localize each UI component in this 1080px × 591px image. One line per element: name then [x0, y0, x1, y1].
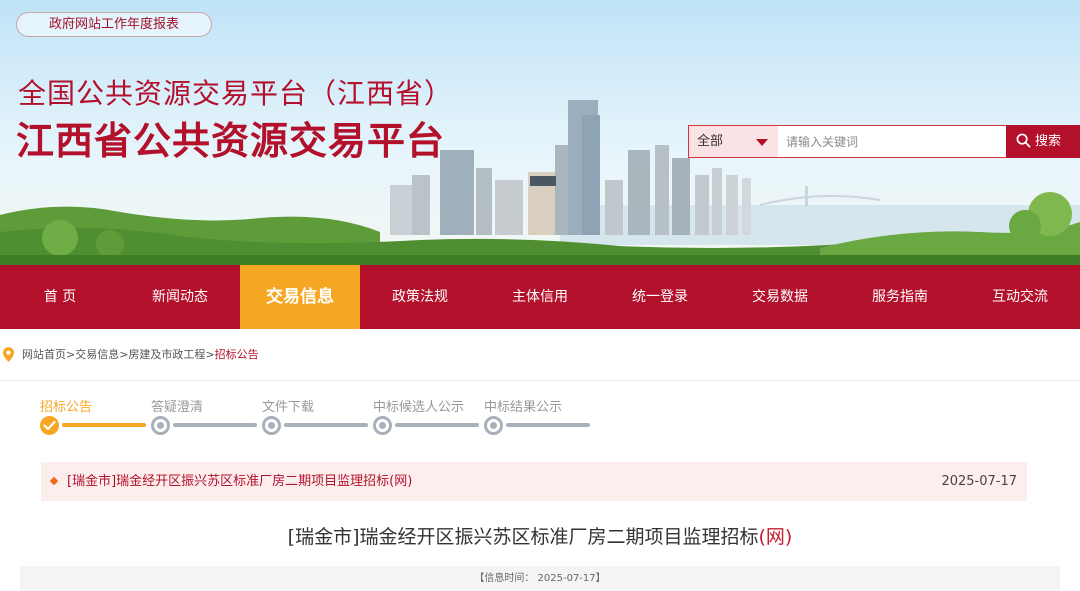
article-info-bar: 【信息时间： 2025-07-17】: [20, 566, 1060, 591]
step-dot-icon: [373, 416, 392, 435]
step-dot-icon: [151, 416, 170, 435]
nav-item-credit[interactable]: 主体信用: [480, 265, 600, 329]
step-label: 答疑澄清: [151, 400, 204, 415]
nav-item-service-guide[interactable]: 服务指南: [840, 265, 960, 329]
step-dot-icon: [484, 416, 503, 435]
section-divider: [0, 380, 1080, 381]
search-bar: 全部 搜索: [688, 125, 1080, 158]
announcement-row-title: [瑞金市]瑞金经开区振兴苏区标准厂房二期项目监理招标(网): [67, 474, 413, 489]
step-dot-icon: [262, 416, 281, 435]
article-title: [瑞金市]瑞金经开区振兴苏区标准厂房二期项目监理招标(网): [0, 522, 1080, 549]
nav-item-news[interactable]: 新闻动态: [120, 265, 240, 329]
annual-report-link[interactable]: 政府网站工作年度报表: [16, 12, 212, 37]
search-icon: [1016, 133, 1031, 148]
step-label: 中标结果公示: [484, 400, 563, 415]
search-button-label: 搜索: [1035, 134, 1062, 149]
nav-item-trading-info[interactable]: 交易信息: [240, 265, 360, 329]
step-progress-line: [62, 423, 146, 427]
location-pin-icon: [3, 347, 14, 362]
step-result-notice[interactable]: 中标结果公示: [484, 396, 595, 436]
step-clarification[interactable]: 答疑澄清: [151, 396, 262, 436]
nav-item-policies[interactable]: 政策法规: [360, 265, 480, 329]
announcement-row-date: 2025-07-17: [941, 474, 1017, 489]
search-scope-select[interactable]: 全部: [688, 125, 778, 158]
article-title-text: [瑞金市]瑞金经开区振兴苏区标准厂房二期项目监理招标: [287, 526, 759, 548]
announcement-row[interactable]: [瑞金市]瑞金经开区振兴苏区标准厂房二期项目监理招标(网) 2025-07-17: [41, 462, 1027, 501]
nav-item-home[interactable]: 首 页: [0, 265, 120, 329]
step-label: 文件下载: [262, 400, 315, 415]
breadcrumb-current: 招标公告: [214, 348, 259, 361]
caret-down-icon: [756, 139, 768, 146]
search-input[interactable]: [778, 125, 1006, 158]
article-info-time: 【信息时间： 2025-07-17】: [474, 573, 606, 584]
breadcrumb-separator: >: [205, 348, 215, 361]
step-progress-line: [506, 423, 590, 427]
nav-item-login[interactable]: 统一登录: [600, 265, 720, 329]
process-steps: 招标公告 答疑澄清 文件下载 中标候选人公示 中标结果公示: [40, 396, 600, 436]
site-title: 江西省公共资源交易平台: [16, 118, 446, 163]
breadcrumb-home[interactable]: 网站首页: [22, 348, 66, 361]
step-label: 招标公告: [40, 400, 93, 415]
breadcrumb-separator: >: [66, 348, 76, 361]
main-nav: 首 页 新闻动态 交易信息 政策法规 主体信用 统一登录 交易数据 服务指南 互…: [0, 265, 1080, 329]
step-bid-announcement[interactable]: 招标公告: [40, 396, 151, 436]
step-progress-line: [173, 423, 257, 427]
breadcrumb-construction[interactable]: 房建及市政工程: [128, 348, 205, 361]
nav-item-trading-data[interactable]: 交易数据: [720, 265, 840, 329]
breadcrumb: 网站首页>交易信息>房建及市政工程>招标公告: [0, 340, 1080, 370]
step-check-icon: [40, 416, 59, 435]
step-file-download[interactable]: 文件下载: [262, 396, 373, 436]
article-title-suffix: (网): [758, 526, 793, 548]
step-label: 中标候选人公示: [373, 400, 465, 415]
search-button[interactable]: 搜索: [1006, 125, 1080, 158]
header-banner: 政府网站工作年度报表 全国公共资源交易平台（江西省） 江西省公共资源交易平台 全…: [0, 0, 1080, 265]
nav-item-interaction[interactable]: 互动交流: [960, 265, 1080, 329]
step-progress-line: [395, 423, 479, 427]
bullet-diamond-icon: [49, 476, 59, 486]
step-progress-line: [284, 423, 368, 427]
breadcrumb-trading-info[interactable]: 交易信息: [75, 348, 119, 361]
site-subtitle: 全国公共资源交易平台（江西省）: [18, 77, 454, 110]
search-scope-value: 全部: [697, 134, 724, 149]
step-candidate-notice[interactable]: 中标候选人公示: [373, 396, 484, 436]
